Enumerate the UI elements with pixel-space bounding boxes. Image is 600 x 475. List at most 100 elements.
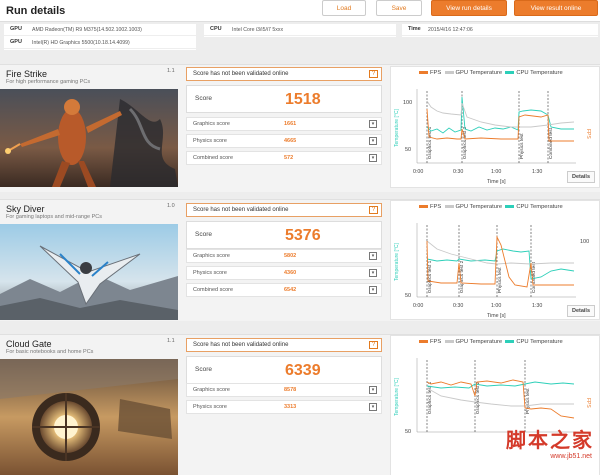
x-tick: 0:30 xyxy=(453,303,463,309)
details-button[interactable]: Details xyxy=(567,305,595,317)
main-score-box: Score 1518 xyxy=(186,85,382,113)
view-result-online-button[interactable]: View result online xyxy=(514,0,598,16)
test-description: For gaming laptops and mid-range PCs xyxy=(6,214,102,220)
watermark-logo: 脚本之家 xyxy=(506,428,594,452)
gpu-info-panel: GPU AMD Radeon(TM) R9 M375(14.502.1002.10… xyxy=(4,24,196,50)
help-icon[interactable]: ? xyxy=(369,70,378,78)
x-tick: 1:30 xyxy=(532,303,542,309)
help-icon[interactable]: ? xyxy=(369,206,378,214)
subscore-row[interactable]: Graphics score 5802 ▾ xyxy=(186,249,382,263)
y-tick: 100 xyxy=(403,100,412,106)
test-name: Fire Strike xyxy=(6,69,48,79)
expand-icon[interactable]: ▾ xyxy=(369,403,377,411)
sky-diver-monitor-chart: FPS GPU Temperature CPU Temperature Temp… xyxy=(390,200,600,320)
subscore-value: 572 xyxy=(284,155,294,161)
subscore-value: 4360 xyxy=(284,270,297,276)
view-run-details-button[interactable]: View run details xyxy=(431,0,507,16)
subscore-value: 1661 xyxy=(284,121,297,127)
subscore-label: Physics score xyxy=(193,138,227,144)
expand-icon[interactable]: ▾ xyxy=(369,154,377,162)
load-button[interactable]: Load xyxy=(322,0,366,16)
subscore-label: Combined score xyxy=(193,287,234,293)
subscore-label: Graphics score xyxy=(193,253,230,259)
watermark-url: www.jb51.net xyxy=(550,453,592,460)
score-value: 5376 xyxy=(285,227,321,244)
subscore-row[interactable]: Graphics score 1661 ▾ xyxy=(186,117,382,131)
validation-text: Score has not been validated online xyxy=(193,71,289,77)
test-name: Cloud Gate xyxy=(6,339,52,349)
marker-label: Physics test xyxy=(497,267,503,293)
fire-strike-artwork xyxy=(0,89,178,187)
details-button[interactable]: Details xyxy=(567,171,595,183)
y-right-label: FPS xyxy=(585,129,591,139)
y-axis-label: Temperature [°C] xyxy=(394,243,400,281)
y-axis-label: Temperature [°C] xyxy=(394,109,400,147)
subscore-value: 3313 xyxy=(284,404,297,410)
test-version: 1.1 xyxy=(167,338,175,344)
expand-icon[interactable]: ▾ xyxy=(369,286,377,294)
cpu-value: Intel Core i3/i5/i7 5xxx xyxy=(232,27,284,33)
x-tick: 1:00 xyxy=(491,303,501,309)
subscore-row[interactable]: Graphics score 8578 ▾ xyxy=(186,383,382,397)
score-label: Score xyxy=(195,366,212,373)
validation-notice: Score has not been validated online? xyxy=(186,338,382,352)
marker-label: Graphics test 2 xyxy=(459,260,465,293)
gpu-label-2: GPU xyxy=(10,39,22,45)
subscore-label: Combined score xyxy=(193,155,234,161)
score-label: Score xyxy=(195,95,212,102)
score-value: 1518 xyxy=(285,91,321,108)
subscore-row[interactable]: Combined score 572 ▾ xyxy=(186,151,382,165)
test-name: Sky Diver xyxy=(6,204,45,214)
subscore-label: Physics score xyxy=(193,270,227,276)
cloud-gate-artwork xyxy=(0,359,178,475)
x-axis-label: Time [s] xyxy=(487,313,506,319)
marker-label: Physics test xyxy=(519,133,525,159)
help-icon[interactable]: ? xyxy=(369,341,378,349)
expand-icon[interactable]: ▾ xyxy=(369,120,377,128)
score-value: 6339 xyxy=(285,362,321,379)
test-description: For high performance gaming PCs xyxy=(6,79,91,85)
expand-icon[interactable]: ▾ xyxy=(369,386,377,394)
subscore-value: 5802 xyxy=(284,253,297,259)
marker-label: Physics test xyxy=(525,388,531,414)
gpu-secondary-value: Intel(R) HD Graphics 5500(10.18.14.4099) xyxy=(32,40,130,46)
subscore-row[interactable]: Combined score 6542 ▾ xyxy=(186,283,382,297)
subscore-value: 4665 xyxy=(284,138,297,144)
main-score-box: Score 6339 xyxy=(186,356,382,384)
x-tick: 1:30 xyxy=(532,169,542,175)
cpu-label: CPU xyxy=(210,26,222,32)
main-score-box: Score 5376 xyxy=(186,221,382,249)
marker-label: Graphics test 2 xyxy=(475,381,481,414)
gpu-label: GPU xyxy=(10,26,22,32)
test-version: 1.1 xyxy=(167,68,175,74)
y-tick: 50 xyxy=(405,147,411,153)
marker-label: Graphics test 1 xyxy=(427,126,433,159)
y-tick: 50 xyxy=(405,429,411,435)
validation-notice: Score has not been validated online? xyxy=(186,203,382,217)
title-bar: Run details Load Save View run details V… xyxy=(0,0,600,22)
subscore-row[interactable]: Physics score 4360 ▾ xyxy=(186,266,382,280)
subscore-label: Graphics score xyxy=(193,121,230,127)
fire-strike-monitor-chart: FPS GPU Temperature CPU Temperature Temp… xyxy=(390,66,600,188)
x-tick: 0:00 xyxy=(413,303,423,309)
x-tick: 1:00 xyxy=(491,169,501,175)
cpu-info-panel: CPU Intel Core i3/i5/i7 5xxx xyxy=(204,24,396,37)
subscore-label: Physics score xyxy=(193,404,227,410)
subscore-row[interactable]: Physics score 4665 ▾ xyxy=(186,134,382,148)
time-label: Time xyxy=(408,26,421,32)
x-tick: 0:30 xyxy=(453,169,463,175)
subscore-row[interactable]: Physics score 3313 ▾ xyxy=(186,400,382,414)
sky-diver-artwork xyxy=(0,224,178,320)
subscore-label: Graphics score xyxy=(193,387,230,393)
expand-icon[interactable]: ▾ xyxy=(369,137,377,145)
validation-text: Score has not been validated online xyxy=(193,207,289,213)
y-tick: 50 xyxy=(405,293,411,299)
save-button[interactable]: Save xyxy=(376,0,422,16)
score-label: Score xyxy=(195,231,212,238)
time-value: 2015/4/16 12:47:06 xyxy=(428,27,473,33)
chart-plot: Temperature [°C] 50 100 Graphics test 1 … xyxy=(394,223,589,319)
subscore-value: 8578 xyxy=(284,387,297,393)
page-title: Run details xyxy=(6,5,66,17)
expand-icon[interactable]: ▾ xyxy=(369,252,377,260)
expand-icon[interactable]: ▾ xyxy=(369,269,377,277)
